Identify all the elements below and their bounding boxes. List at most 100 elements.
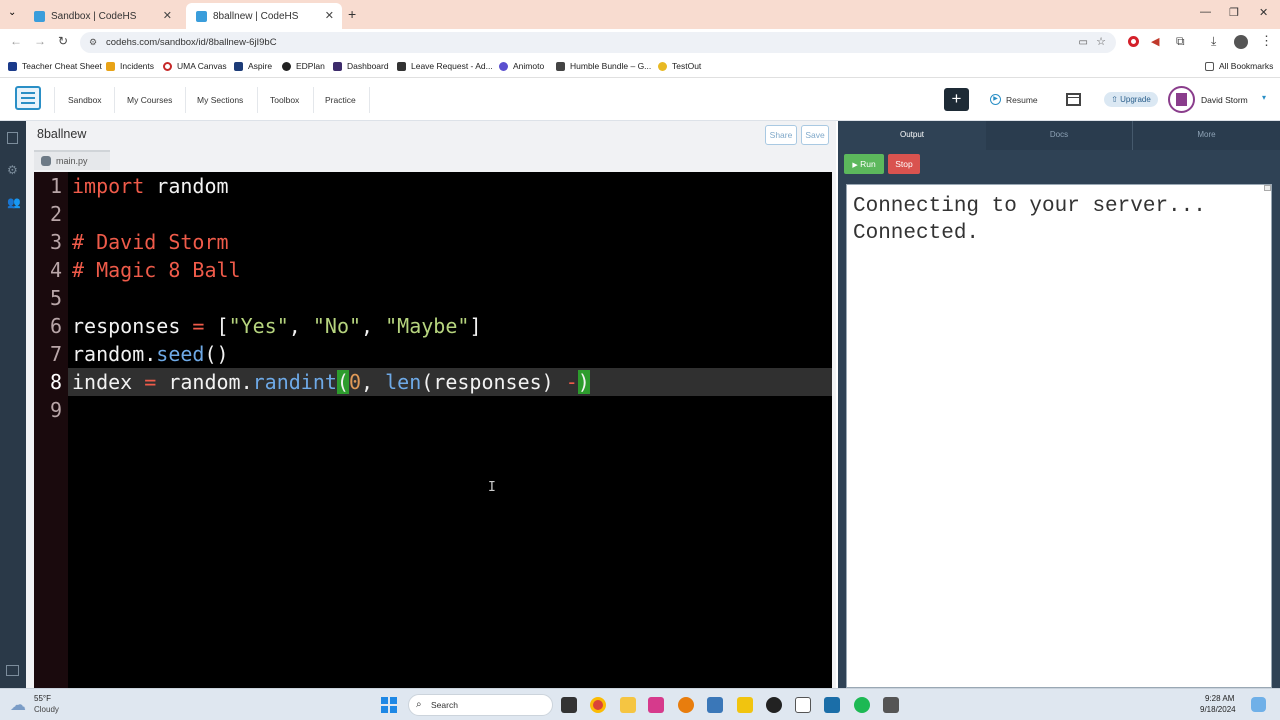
opera-extension-icon[interactable]	[1128, 36, 1139, 47]
line-number: 4	[49, 258, 62, 282]
browser-tab-8ballnew[interactable]: 8ballnew | CodeHS ✕	[186, 3, 342, 29]
access-app-icon[interactable]	[824, 697, 840, 713]
bookmark-animoto[interactable]: Animoto	[499, 61, 544, 71]
console-scroll-handle[interactable]	[1264, 185, 1271, 191]
site-info-icon[interactable]: ⚙	[89, 32, 97, 53]
download-icon[interactable]: ⤓	[1211, 34, 1216, 49]
nav-toolbox[interactable]: Toolbox	[270, 95, 299, 105]
bookmark-uma-canvas[interactable]: UMA Canvas	[163, 61, 227, 71]
code-editor[interactable]: 1 2 3 4 5 6 7 8 9 import random # David …	[34, 172, 832, 688]
windows-start-icon[interactable]	[381, 697, 397, 713]
clock-time[interactable]: 9:28 AM	[1205, 694, 1234, 703]
bookmark-edplan[interactable]: EDPlan	[282, 61, 325, 71]
bookmark-humble-bundle[interactable]: Humble Bundle – G...	[556, 61, 651, 71]
shield-icon	[333, 61, 342, 71]
close-tab-icon[interactable]: ✕	[325, 9, 334, 22]
code-line: index = random.randint(0, len(responses)…	[72, 370, 590, 394]
nav-practice[interactable]: Practice	[325, 95, 356, 105]
upgrade-button[interactable]: ⇧ Upgrade	[1104, 92, 1158, 107]
bookmark-teacher-cheat-sheet[interactable]: Teacher Cheat Sheet	[8, 61, 102, 71]
line-number: 7	[49, 342, 62, 366]
reload-icon[interactable]: ↻	[58, 34, 68, 48]
spotify-icon[interactable]	[854, 697, 870, 713]
back-icon[interactable]: ←	[10, 34, 22, 48]
file-explorer-icon[interactable]	[620, 697, 636, 713]
taskbar-search[interactable]: ⌕ Search	[408, 694, 553, 716]
tab-output[interactable]: Output	[838, 121, 986, 150]
bookmark-testout[interactable]: TestOut	[658, 61, 701, 71]
code-line: # David Storm	[72, 230, 229, 254]
code-file-icon[interactable]	[7, 132, 18, 144]
browser-tab-sandbox[interactable]: Sandbox | CodeHS ✕	[24, 3, 180, 29]
tab-title: Sandbox | CodeHS	[51, 10, 137, 22]
tab-more[interactable]: More	[1133, 121, 1280, 150]
code-line: # Magic 8 Ball	[72, 258, 241, 282]
run-button[interactable]: ▶ Run	[844, 154, 884, 174]
console-output[interactable]: Connecting to your server... Connected.	[846, 184, 1272, 688]
share-button[interactable]: Share	[765, 125, 797, 145]
install-icon[interactable]: ▭	[1079, 32, 1088, 53]
notepad-icon[interactable]	[795, 697, 811, 713]
avatar[interactable]	[1168, 86, 1195, 113]
close-tab-icon[interactable]: ✕	[163, 9, 172, 22]
bookmark-leave-request[interactable]: Leave Request - Ad...	[397, 61, 493, 71]
layout-icon[interactable]	[1066, 93, 1081, 106]
calculator-icon[interactable]	[883, 697, 899, 713]
tab-search-chevron-icon[interactable]: ⌄	[8, 7, 16, 18]
all-bookmarks[interactable]: All Bookmarks	[1205, 61, 1273, 71]
extensions-icon[interactable]: ⧉	[1176, 34, 1185, 49]
user-name[interactable]: David Storm	[1201, 95, 1248, 105]
forward-icon[interactable]: →	[34, 34, 46, 48]
address-bar[interactable]: ⚙ codehs.com/sandbox/id/8ballnew-6jI9bC …	[80, 32, 1116, 53]
file-tab-main-py[interactable]: main.py	[34, 150, 110, 170]
maximize-icon[interactable]: ❐	[1229, 6, 1239, 19]
sticky-notes-icon[interactable]	[737, 697, 753, 713]
save-button[interactable]: Save	[801, 125, 829, 145]
users-icon[interactable]: 👥	[7, 196, 21, 209]
project-title[interactable]: 8ballnew	[37, 127, 86, 141]
bookmark-aspire[interactable]: Aspire	[234, 61, 272, 71]
nav-divider	[54, 87, 55, 113]
network-app-icon[interactable]	[707, 697, 723, 713]
profile-avatar-icon[interactable]	[1234, 35, 1248, 49]
close-window-icon[interactable]: ✕	[1259, 6, 1268, 19]
search-icon: ⌕	[416, 699, 422, 710]
nav-my-sections[interactable]: My Sections	[197, 95, 243, 105]
panel-toggle-icon[interactable]	[6, 665, 19, 676]
bookmark-dashboard[interactable]: Dashboard	[333, 61, 389, 71]
bookmark-star-icon[interactable]: ☆	[1096, 32, 1106, 53]
copilot-icon[interactable]	[1251, 697, 1266, 712]
task-view-icon[interactable]	[561, 697, 577, 713]
play-circle-icon: ▶	[990, 94, 1001, 105]
bookmark-incidents[interactable]: Incidents	[106, 61, 154, 71]
create-button[interactable]: +	[944, 88, 969, 111]
minimize-icon[interactable]: —	[1200, 6, 1211, 18]
code-line: import random	[72, 174, 229, 198]
weather-desc[interactable]: Cloudy	[34, 705, 59, 714]
user-menu-chevron-icon[interactable]: ▾	[1262, 93, 1266, 102]
testout-icon	[658, 61, 667, 71]
bookmarks-bar: Teacher Cheat Sheet Incidents UMA Canvas…	[0, 56, 1280, 78]
weather-temp[interactable]: 55°F	[34, 694, 51, 703]
chrome-icon[interactable]	[590, 697, 606, 713]
blender-icon[interactable]	[678, 697, 694, 713]
settings-gear-icon[interactable]: ⚙	[7, 163, 18, 177]
nav-sandbox[interactable]: Sandbox	[68, 95, 102, 105]
stop-button[interactable]: Stop	[888, 154, 920, 174]
humble-bundle-icon	[556, 61, 565, 71]
browser-menu-icon[interactable]: ⋮	[1260, 33, 1273, 49]
play-icon: ▶	[852, 162, 858, 169]
tab-docs[interactable]: Docs	[986, 121, 1133, 150]
new-tab-icon[interactable]: +	[348, 6, 356, 22]
camera-app-icon[interactable]	[648, 697, 664, 713]
panel-tabs: Output Docs More	[838, 121, 1280, 150]
windows-taskbar: ☁ 55°F Cloudy ⌕ Search 9:28 AM 9/18/2024	[0, 688, 1280, 720]
codehs-logo-icon[interactable]	[15, 86, 41, 110]
line-number: 3	[49, 230, 62, 254]
nav-my-courses[interactable]: My Courses	[127, 95, 172, 105]
obs-icon[interactable]	[766, 697, 782, 713]
bookmark-icon	[106, 61, 115, 71]
megaphone-extension-icon[interactable]: ◀	[1151, 35, 1159, 48]
clock-date[interactable]: 9/18/2024	[1200, 705, 1236, 714]
resume-button[interactable]: ▶ Resume	[990, 94, 1038, 105]
